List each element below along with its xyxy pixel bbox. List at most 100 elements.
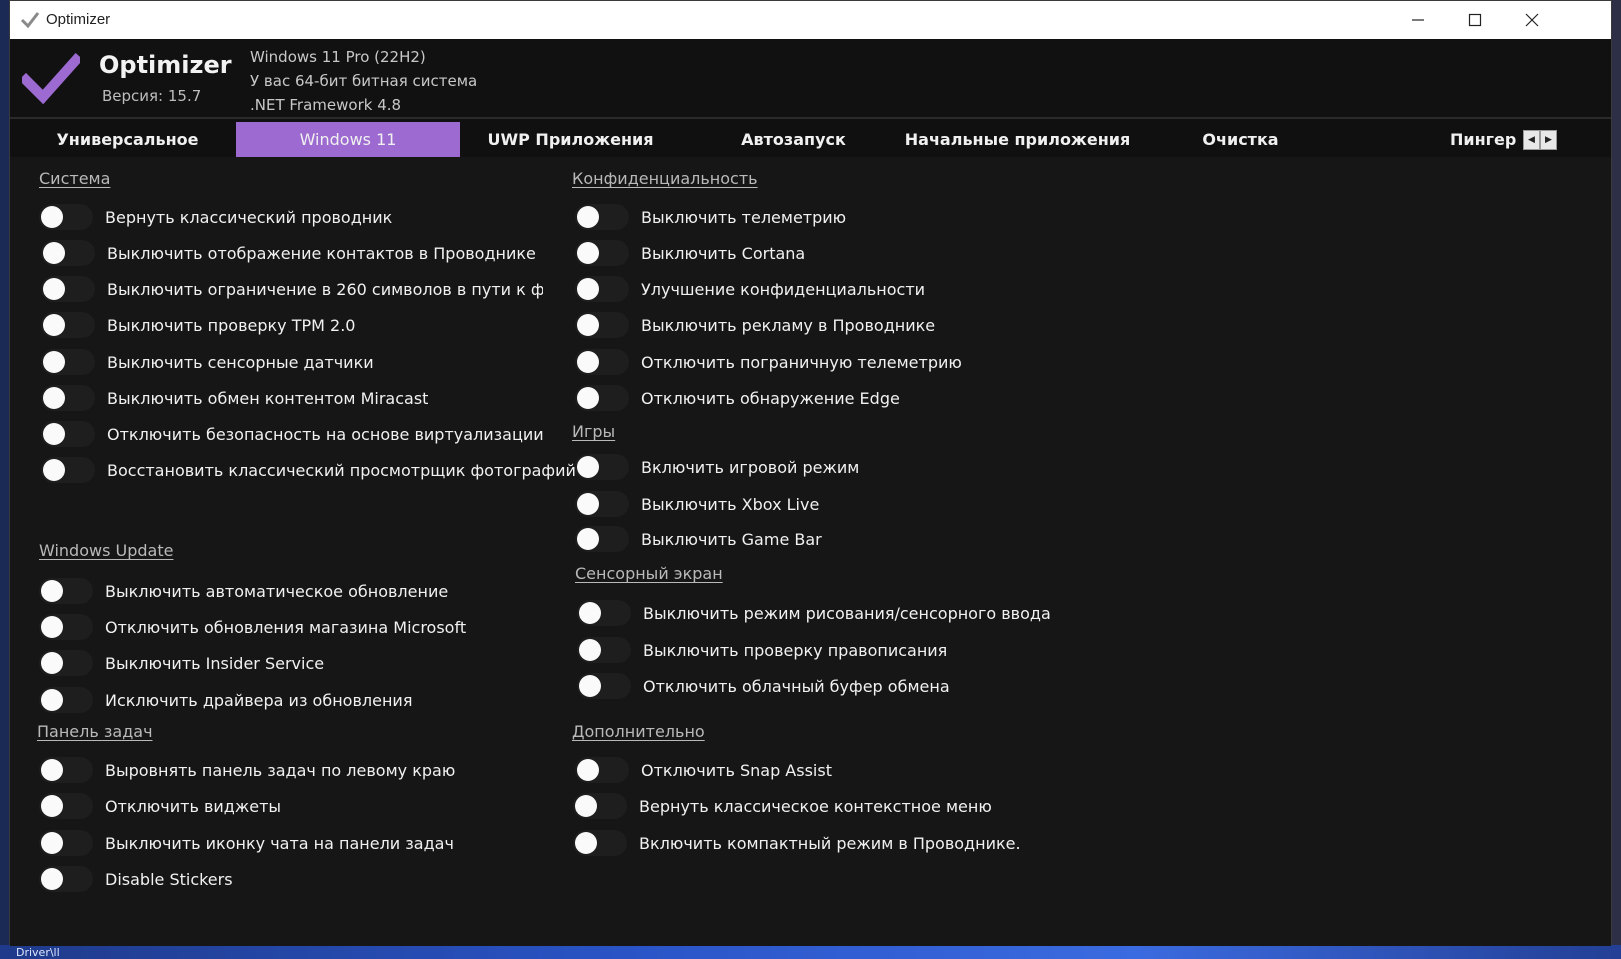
toggle-knob xyxy=(577,759,599,781)
option-row[interactable]: Улучшение конфиденциальности xyxy=(575,274,925,304)
toggle-knob xyxy=(43,351,65,373)
toggle-switch[interactable] xyxy=(41,312,95,338)
tab-autostart[interactable]: Автозапуск xyxy=(678,122,909,157)
os-version: Windows 11 Pro (22H2) xyxy=(250,48,426,66)
option-row[interactable]: Отключить безопасность на основе виртуал… xyxy=(41,419,544,449)
toggle-switch[interactable] xyxy=(575,385,629,411)
option-row[interactable]: Выключить телеметрию xyxy=(575,202,846,232)
toggle-knob xyxy=(575,832,597,854)
section-title-additional[interactable]: Дополнительно xyxy=(572,722,705,741)
toggle-switch[interactable] xyxy=(575,276,629,302)
toggle-switch[interactable] xyxy=(41,349,95,375)
section-title-privacy[interactable]: Конфиденциальность xyxy=(572,169,758,188)
toggle-switch[interactable] xyxy=(577,600,631,626)
toggle-switch[interactable] xyxy=(39,650,93,676)
option-row[interactable]: Вернуть классическое контекстное меню xyxy=(573,791,992,821)
tab-pinger[interactable]: Пингер xyxy=(1350,122,1520,157)
toggle-switch[interactable] xyxy=(41,421,95,447)
toggle-switch[interactable] xyxy=(575,240,629,266)
option-row[interactable]: Выключить ограничение в 260 символов в п… xyxy=(41,274,543,304)
toggle-knob xyxy=(43,278,65,300)
toggle-switch[interactable] xyxy=(39,757,93,783)
section-title-windows-update[interactable]: Windows Update xyxy=(39,541,173,560)
toggle-knob xyxy=(41,580,63,602)
toggle-switch[interactable] xyxy=(41,457,95,483)
toggle-switch[interactable] xyxy=(575,312,629,338)
toggle-switch[interactable] xyxy=(39,866,93,892)
option-row[interactable]: Включить игровой режим xyxy=(575,452,859,482)
option-row[interactable]: Выключить иконку чата на панели задач xyxy=(39,828,454,858)
toggle-knob xyxy=(577,206,599,228)
option-label: Выключить сенсорные датчики xyxy=(107,352,374,372)
toggle-switch[interactable] xyxy=(39,687,93,713)
option-row[interactable]: Выключить Xbox Live xyxy=(575,489,819,519)
minimize-button[interactable] xyxy=(1389,1,1447,39)
option-label: Выключить отображение контактов в Провод… xyxy=(107,243,536,263)
close-icon xyxy=(1525,13,1539,27)
tab-windows-11[interactable]: Windows 11 xyxy=(236,122,460,157)
architecture-info: У вас 64-бит битная система xyxy=(250,72,478,90)
option-row[interactable]: Исключить драйвера из обновления xyxy=(39,685,412,715)
toggle-switch[interactable] xyxy=(41,240,95,266)
tab-content: Система Вернуть классический проводник В… xyxy=(10,157,1611,946)
tab-uwp-apps[interactable]: UWP Приложения xyxy=(455,122,686,157)
tab-scroll-left-button[interactable]: ◀ xyxy=(1523,130,1540,150)
toggle-switch[interactable] xyxy=(577,637,631,663)
option-row[interactable]: Включить компактный режим в Проводнике. xyxy=(573,828,1021,858)
option-row[interactable]: Отключить обнаружение Edge xyxy=(575,383,900,413)
tab-cleanup[interactable]: Очистка xyxy=(1125,122,1356,157)
toggle-switch[interactable] xyxy=(575,757,629,783)
option-row[interactable]: Выровнять панель задач по левому краю xyxy=(39,755,455,785)
toggle-switch[interactable] xyxy=(575,454,629,480)
toggle-switch[interactable] xyxy=(39,204,93,230)
tab-startup-apps[interactable]: Начальные приложения xyxy=(902,122,1133,157)
title-bar[interactable]: Optimizer xyxy=(10,1,1611,39)
toggle-knob xyxy=(575,795,597,817)
section-title-system[interactable]: Система xyxy=(39,169,110,188)
option-row[interactable]: Отключить обновления магазина Microsoft xyxy=(39,612,466,642)
option-row[interactable]: Disable Stickers xyxy=(39,864,233,894)
toggle-switch[interactable] xyxy=(41,385,95,411)
option-row[interactable]: Отключить Snap Assist xyxy=(575,755,832,785)
option-row[interactable]: Выключить режим рисования/сенсорного вво… xyxy=(577,598,1051,628)
toggle-switch[interactable] xyxy=(41,276,95,302)
option-row[interactable]: Вернуть классический проводник xyxy=(39,202,392,232)
option-row[interactable]: Выключить Cortana xyxy=(575,238,805,268)
toggle-knob xyxy=(41,759,63,781)
section-title-touchscreen[interactable]: Сенсорный экран xyxy=(575,564,723,583)
section-title-taskbar[interactable]: Панель задач xyxy=(37,722,153,741)
option-label: Выключить рекламу в Проводнике xyxy=(641,315,936,335)
option-row[interactable]: Выключить обмен контентом Miracast xyxy=(41,383,428,413)
option-row[interactable]: Выключить сенсорные датчики xyxy=(41,347,374,377)
option-row[interactable]: Выключить проверку TPM 2.0 xyxy=(41,310,355,340)
toggle-switch[interactable] xyxy=(575,491,629,517)
option-row[interactable]: Выключить Insider Service xyxy=(39,648,324,678)
toggle-switch[interactable] xyxy=(39,793,93,819)
tab-scroll-right-button[interactable]: ▶ xyxy=(1540,130,1557,150)
option-label: Выключить Cortana xyxy=(641,243,806,263)
option-label: Выключить обмен контентом Miracast xyxy=(107,388,429,408)
option-row[interactable]: Отключить пограничную телеметрию xyxy=(575,347,962,377)
option-row[interactable]: Выключить отображение контактов в Провод… xyxy=(41,238,536,268)
toggle-switch[interactable] xyxy=(573,793,627,819)
toggle-switch[interactable] xyxy=(39,614,93,640)
toggle-switch[interactable] xyxy=(575,349,629,375)
option-row[interactable]: Выключить рекламу в Проводнике xyxy=(575,310,935,340)
close-button[interactable] xyxy=(1503,1,1561,39)
tab-universal[interactable]: Универсальное xyxy=(12,122,243,157)
option-row[interactable]: Отключить облачный буфер обмена xyxy=(577,671,950,701)
option-row[interactable]: Выключить Game Bar xyxy=(575,524,822,554)
toggle-switch[interactable] xyxy=(573,830,627,856)
toggle-switch[interactable] xyxy=(39,578,93,604)
section-title-games[interactable]: Игры xyxy=(572,422,615,441)
option-row[interactable]: Отключить виджеты xyxy=(39,791,281,821)
toggle-switch[interactable] xyxy=(577,673,631,699)
toggle-switch[interactable] xyxy=(575,204,629,230)
maximize-button[interactable] xyxy=(1446,1,1504,39)
option-row[interactable]: Выключить проверку правописания xyxy=(577,635,947,665)
toggle-switch[interactable] xyxy=(39,830,93,856)
toggle-switch[interactable] xyxy=(575,526,629,552)
option-row[interactable]: Выключить автоматическое обновление xyxy=(39,576,448,606)
toggle-knob xyxy=(41,795,63,817)
option-row[interactable]: Восстановить классический просмотрщик фо… xyxy=(41,455,576,485)
